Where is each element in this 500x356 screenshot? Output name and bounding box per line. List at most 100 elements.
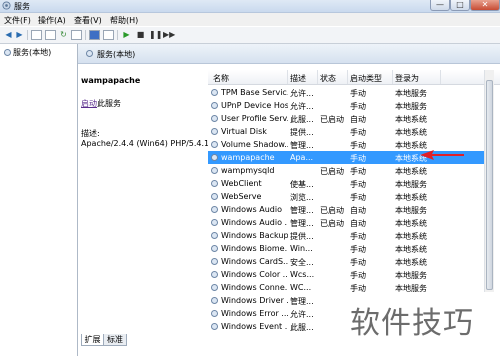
service-startup-type: 手动 <box>350 245 366 254</box>
tab-extended[interactable]: 扩展 <box>81 334 104 346</box>
service-startup-type: 自动 <box>350 219 366 228</box>
service-description-panel: wampapache 启动此服务 描述: Apache/2.4.4 (Win64… <box>78 64 214 332</box>
service-gear-icon <box>211 323 218 330</box>
table-row[interactable]: Windows Biome... Win... 手动 本地系统 <box>208 242 484 255</box>
services-gear-icon <box>4 49 11 56</box>
column-header-description[interactable]: 描述 <box>290 73 306 84</box>
column-header-status[interactable]: 状态 <box>320 73 336 84</box>
service-name: Windows Event ... <box>221 322 288 331</box>
service-name: Volume Shadow... <box>221 140 288 149</box>
tab-standard[interactable]: 标准 <box>103 334 127 346</box>
column-divider[interactable] <box>440 70 441 84</box>
service-name: Windows Driver ... <box>221 296 288 305</box>
service-gear-icon <box>211 284 218 291</box>
column-divider[interactable] <box>392 70 393 84</box>
scrollbar-thumb[interactable] <box>486 80 493 290</box>
service-startup-type: 手动 <box>350 154 366 163</box>
view-tabs: 扩展 标准 <box>78 334 208 348</box>
tree-item-services-local[interactable]: 服务(本地) <box>4 47 51 58</box>
column-header-startup-type[interactable]: 启动类型 <box>350 73 382 84</box>
console-tree-icon[interactable] <box>31 30 42 40</box>
minimize-button[interactable]: — <box>430 0 450 11</box>
back-icon[interactable]: ◀ <box>3 30 14 40</box>
service-name: WebServe <box>221 192 262 201</box>
start-service-suffix: 此服务 <box>97 99 121 108</box>
table-row[interactable]: UPnP Device Host 允许... 手动 本地服务 <box>208 99 484 112</box>
service-startup-type: 自动 <box>350 206 366 215</box>
column-divider[interactable] <box>317 70 318 84</box>
help-icon[interactable] <box>89 30 100 40</box>
service-description: Apa... <box>290 153 314 162</box>
service-name: Windows Backup <box>221 231 288 240</box>
service-status: 已启动 <box>320 115 344 124</box>
service-status: 已启动 <box>320 206 344 215</box>
service-gear-icon <box>211 154 218 161</box>
service-name: Virtual Disk <box>221 127 267 136</box>
service-status: 已启动 <box>320 219 344 228</box>
properties-icon[interactable] <box>45 30 56 40</box>
menu-view[interactable]: 查看(V) <box>74 15 102 26</box>
service-startup-type: 手动 <box>350 167 366 176</box>
table-row[interactable]: Windows Color ... Wcs... 手动 本地服务 <box>208 268 484 281</box>
service-name: wampapache <box>221 153 275 162</box>
close-button[interactable]: ✕ <box>470 0 500 11</box>
column-divider[interactable] <box>287 70 288 84</box>
service-gear-icon <box>211 115 218 122</box>
service-logon-as: 本地系统 <box>395 245 427 254</box>
service-gear-icon <box>211 89 218 96</box>
service-startup-type: 手动 <box>350 102 366 111</box>
service-logon-as: 本地系统 <box>395 128 427 137</box>
view-icon[interactable] <box>103 30 114 40</box>
table-row[interactable]: Windows Audio ... 管理... 已启动 自动 本地系统 <box>208 216 484 229</box>
table-row[interactable]: Virtual Disk 提供... 手动 本地系统 <box>208 125 484 138</box>
service-gear-icon <box>211 297 218 304</box>
service-gear-icon <box>211 206 218 213</box>
header-gear-icon <box>86 50 93 57</box>
service-gear-icon <box>211 310 218 317</box>
service-description: Win... <box>290 244 313 253</box>
service-logon-as: 本地服务 <box>395 180 427 189</box>
start-service-link[interactable]: 启动 <box>81 99 97 108</box>
refresh-icon[interactable]: ↻ <box>58 30 69 40</box>
maximize-button[interactable]: □ <box>450 0 470 11</box>
table-row[interactable]: wampmysqld 已启动 手动 本地系统 <box>208 164 484 177</box>
services-app-icon <box>2 1 11 10</box>
table-row[interactable]: Windows Backup 提供... 手动 本地系统 <box>208 229 484 242</box>
table-row[interactable]: WebServe 浏览... 手动 本地系统 <box>208 190 484 203</box>
menu-action[interactable]: 操作(A) <box>38 15 66 26</box>
service-startup-type: 手动 <box>350 141 366 150</box>
table-row[interactable]: User Profile Serv... 此服... 已启动 自动 本地系统 <box>208 112 484 125</box>
menu-help[interactable]: 帮助(H) <box>110 15 138 26</box>
restart-service-icon[interactable]: ▶▶ <box>163 30 175 40</box>
service-startup-type: 自动 <box>350 115 366 124</box>
service-description: 提供... <box>290 128 314 137</box>
service-logon-as: 本地系统 <box>395 258 427 267</box>
stop-service-icon[interactable]: ■ <box>135 30 146 40</box>
service-logon-as: 本地服务 <box>395 206 427 215</box>
column-divider[interactable] <box>347 70 348 84</box>
export-list-icon[interactable] <box>71 30 82 40</box>
table-row[interactable]: Windows Audio 管理... 已启动 自动 本地服务 <box>208 203 484 216</box>
service-description: 管理... <box>290 219 314 228</box>
service-description: 提供... <box>290 232 314 241</box>
service-gear-icon <box>211 245 218 252</box>
forward-icon[interactable]: ▶ <box>14 30 25 40</box>
service-description: 此服... <box>290 115 314 124</box>
column-header-name[interactable]: 名称 <box>213 73 229 84</box>
menu-file[interactable]: 文件(F) <box>4 15 31 26</box>
service-description: 浏览... <box>290 193 314 202</box>
column-header-logon-as[interactable]: 登录为 <box>395 73 419 84</box>
title-bar: 服务 — □ ✕ <box>0 0 500 13</box>
service-name: Windows Audio <box>221 205 282 214</box>
service-name: User Profile Serv... <box>221 114 288 123</box>
service-startup-type: 手动 <box>350 271 366 280</box>
pause-service-icon[interactable]: ❚❚ <box>149 30 162 40</box>
table-row[interactable]: Windows CardS... 安全... 手动 本地系统 <box>208 255 484 268</box>
service-description: 此服... <box>290 323 314 332</box>
table-row[interactable]: WebClient 使基... 手动 本地服务 <box>208 177 484 190</box>
service-gear-icon <box>211 180 218 187</box>
table-row[interactable]: TPM Base Servic... 允许... 手动 本地服务 <box>208 86 484 99</box>
start-service-icon[interactable]: ▶ <box>121 30 132 40</box>
service-description: 管理... <box>290 297 314 306</box>
service-description: 使基... <box>290 180 314 189</box>
